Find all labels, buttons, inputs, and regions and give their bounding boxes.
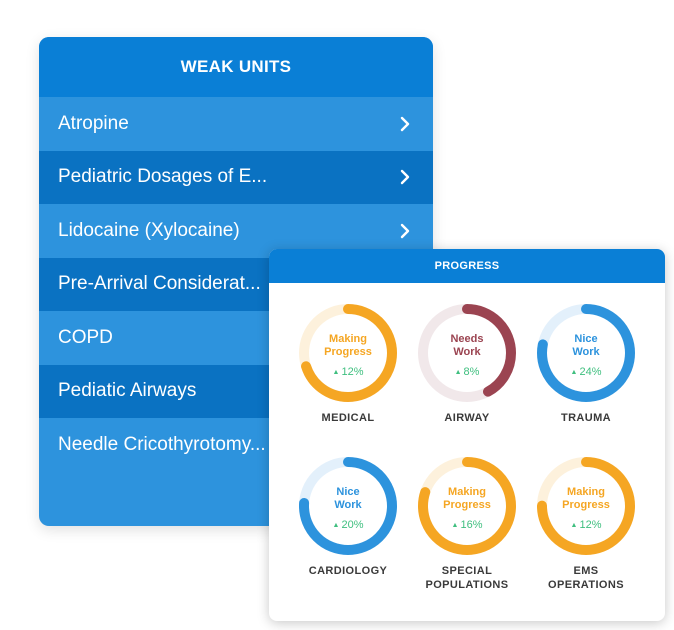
gauge-airway[interactable]: Needs Work ▲ 8% AIRWAY [412, 303, 522, 425]
status-label: Nice Work [334, 486, 362, 511]
gauge-medical[interactable]: Making Progress ▲ 12% MEDICAL [293, 303, 403, 425]
weak-unit-label: Lidocaine (Xylocaine) [58, 219, 240, 241]
up-triangle-icon: ▲ [332, 521, 340, 529]
status-label: Nice Work [572, 333, 600, 358]
progress-title: PROGRESS [269, 249, 665, 283]
category-label: CARDIOLOGY [308, 565, 388, 577]
weak-unit-item-atropine[interactable]: Atropine [39, 97, 433, 151]
gauge-trauma[interactable]: Nice Work ▲ 24% TRAUMA [531, 303, 641, 425]
status-label: Making Progress [443, 486, 491, 511]
up-triangle-icon: ▲ [332, 368, 340, 376]
chevron-right-icon [397, 169, 413, 185]
category-label: TRAUMA [560, 412, 612, 424]
change-value: ▲ 20% [332, 519, 364, 531]
weak-unit-label: Pediatric Dosages of E... [58, 166, 268, 188]
gauge-cardiology[interactable]: Nice Work ▲ 20% CARDIOLOGY [293, 456, 403, 578]
change-value: ▲ 24% [570, 366, 602, 378]
up-triangle-icon: ▲ [451, 521, 459, 529]
weak-unit-label: Atropine [58, 112, 129, 134]
category-label: MEDICAL [321, 412, 375, 424]
change-value: ▲ 16% [451, 519, 483, 531]
category-label: SPECIAL POPULATIONS [425, 565, 509, 591]
change-value: ▲ 12% [332, 366, 364, 378]
progress-panel: PROGRESS Making Progress ▲ 12% MEDICAL Nee… [269, 249, 665, 621]
chevron-right-icon [397, 223, 413, 239]
change-value: ▲ 12% [570, 519, 602, 531]
status-label: Making Progress [324, 333, 372, 358]
up-triangle-icon: ▲ [570, 521, 578, 529]
category-label: EMS OPERATIONS [548, 565, 624, 591]
weak-unit-item-pediatric-dosages[interactable]: Pediatric Dosages of E... [39, 150, 433, 204]
gauge-ems-operations[interactable]: Making Progress ▲ 12% EMS OPERATIONS [531, 456, 641, 592]
status-label: Needs Work [450, 333, 484, 358]
status-label: Making Progress [562, 486, 610, 511]
up-triangle-icon: ▲ [570, 368, 578, 376]
chevron-right-icon [397, 116, 413, 132]
gauge-special-populations[interactable]: Making Progress ▲ 16% SPECIAL POPULATIONS [412, 456, 522, 592]
weak-units-title: WEAK UNITS [39, 37, 433, 97]
change-value: ▲ 8% [454, 366, 480, 378]
category-label: AIRWAY [444, 412, 490, 424]
up-triangle-icon: ▲ [454, 368, 462, 376]
